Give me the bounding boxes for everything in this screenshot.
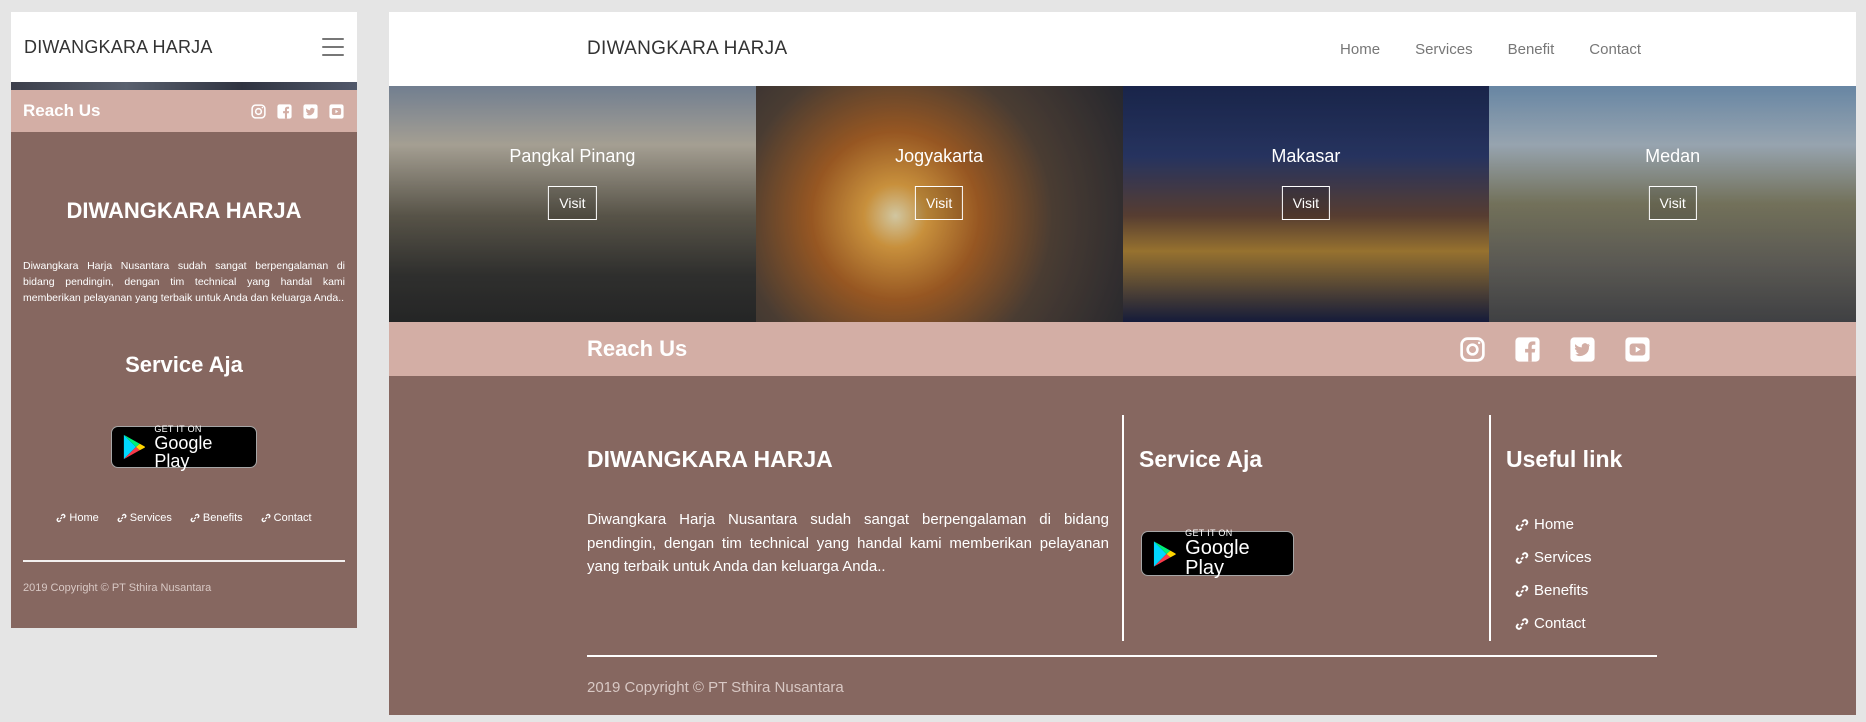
instagram-icon[interactable] [1458,335,1487,364]
mobile-copyright: 2019 Copyright © PT Sthira Nusantara [23,582,212,594]
city-name: Jogyakarta [895,146,984,166]
facebook-icon[interactable] [276,103,293,120]
desktop-nav-menu: Home Services Benefit Contact [1340,41,1641,58]
footer-brand: DIWANGKARA HARJA [587,446,833,472]
footer-useful-title: Useful link [1506,446,1623,472]
footer-service-title: Service Aja [1139,446,1263,472]
footer-link-home[interactable]: Home [1515,508,1622,541]
city-card-jogyakarta: Jogyakarta Visit [755,86,1123,322]
visit-button[interactable]: Visit [915,186,964,220]
mobile-hero-strip [11,82,357,90]
youtube-icon[interactable] [328,103,345,120]
link-icon [190,513,200,523]
footer-link-services[interactable]: Services [1515,541,1622,574]
visit-button[interactable]: Visit [548,186,597,220]
footer-about-column: DIWANGKARA HARJA Diwangkara Harja Nusant… [587,376,1109,579]
instagram-icon[interactable] [250,103,267,120]
footer-description: Diwangkara Harja Nusantara sudah sangat … [587,511,1109,575]
hamburger-menu-icon[interactable] [322,38,344,56]
mobile-footer-brand: DIWANGKARA HARJA [66,198,302,223]
city-card-pangkal-pinang: Pangkal Pinang Visit [389,86,756,322]
city-card-medan: Medan Visit [1489,86,1856,322]
google-play-icon [123,434,146,460]
desktop-reach-us-bar: Reach Us [389,322,1856,376]
link-icon [117,513,127,523]
link-icon [1515,518,1529,531]
footer-link-contact[interactable]: Contact [1515,607,1622,640]
footer-divider-left [1122,415,1124,641]
visit-button[interactable]: Visit [1648,186,1697,220]
facebook-icon[interactable] [1513,335,1542,364]
google-play-badge[interactable]: GET IT ON Google Play [111,424,257,471]
desktop-navbar: DIWANGKARA HARJA Home Services Benefit C… [389,12,1856,86]
link-icon [1515,584,1529,597]
city-card-makasar: Makasar Visit [1122,86,1490,322]
desktop-footer: DIWANGKARA HARJA Diwangkara Harja Nusant… [389,376,1856,715]
mobile-service-title: Service Aja [125,352,243,377]
mobile-footer: DIWANGKARA HARJA Diwangkara Harja Nusant… [11,132,357,628]
twitter-icon[interactable] [1568,335,1597,364]
mobile-reach-us-title: Reach Us [23,101,101,120]
link-icon [1515,551,1529,564]
mobile-link-contact[interactable]: Contact [261,512,312,524]
mobile-footer-divider [23,560,345,562]
desktop-preview: DIWANGKARA HARJA Home Services Benefit C… [389,12,1856,715]
mobile-brand[interactable]: DIWANGKARA HARJA [24,37,213,58]
link-icon [56,513,66,523]
google-play-icon [1153,540,1176,567]
link-icon [261,513,271,523]
footer-divider-right [1489,415,1491,641]
footer-link-benefits[interactable]: Benefits [1515,574,1622,607]
footer-bottom-divider [587,655,1657,657]
google-play-big-text: Google Play [154,432,213,471]
mobile-navbar: DIWANGKARA HARJA [11,12,357,82]
mobile-reach-us-bar: Reach Us [11,90,357,132]
visit-button[interactable]: Visit [1281,186,1330,220]
mobile-preview: DIWANGKARA HARJA Reach Us DIWANGKARA HAR… [11,12,357,628]
mobile-footer-description: Diwangkara Harja Nusantara sudah sangat … [23,260,345,304]
nav-contact[interactable]: Contact [1589,41,1641,58]
mobile-link-benefits[interactable]: Benefits [190,512,243,524]
city-name: Medan [1645,146,1701,166]
nav-services[interactable]: Services [1415,41,1473,58]
mobile-footer-links: Home Services Benefits Contact [23,512,345,524]
desktop-brand[interactable]: DIWANGKARA HARJA [587,38,787,60]
youtube-icon[interactable] [1623,335,1652,364]
desktop-reach-us-title: Reach Us [587,336,688,361]
google-play-big-text: Google Play [1185,537,1250,579]
city-name: Makasar [1271,146,1341,166]
footer-service-column: Service Aja GET IT ON Google Play [1139,376,1294,579]
mobile-link-services[interactable]: Services [117,512,172,524]
twitter-icon[interactable] [302,103,319,120]
city-name: Pangkal Pinang [509,146,636,166]
link-icon [1515,617,1529,630]
copyright: 2019 Copyright © PT Sthira Nusantara [587,679,844,696]
footer-useful-links-column: Useful link Home Services Benefits Conta… [1506,376,1622,640]
nav-home[interactable]: Home [1340,41,1380,58]
mobile-link-home[interactable]: Home [56,512,99,524]
city-gallery: Pangkal Pinang Visit Jogyakarta Visit Ma… [389,86,1856,322]
google-play-badge[interactable]: GET IT ON Google Play [1141,529,1294,579]
nav-benefit[interactable]: Benefit [1508,41,1555,58]
